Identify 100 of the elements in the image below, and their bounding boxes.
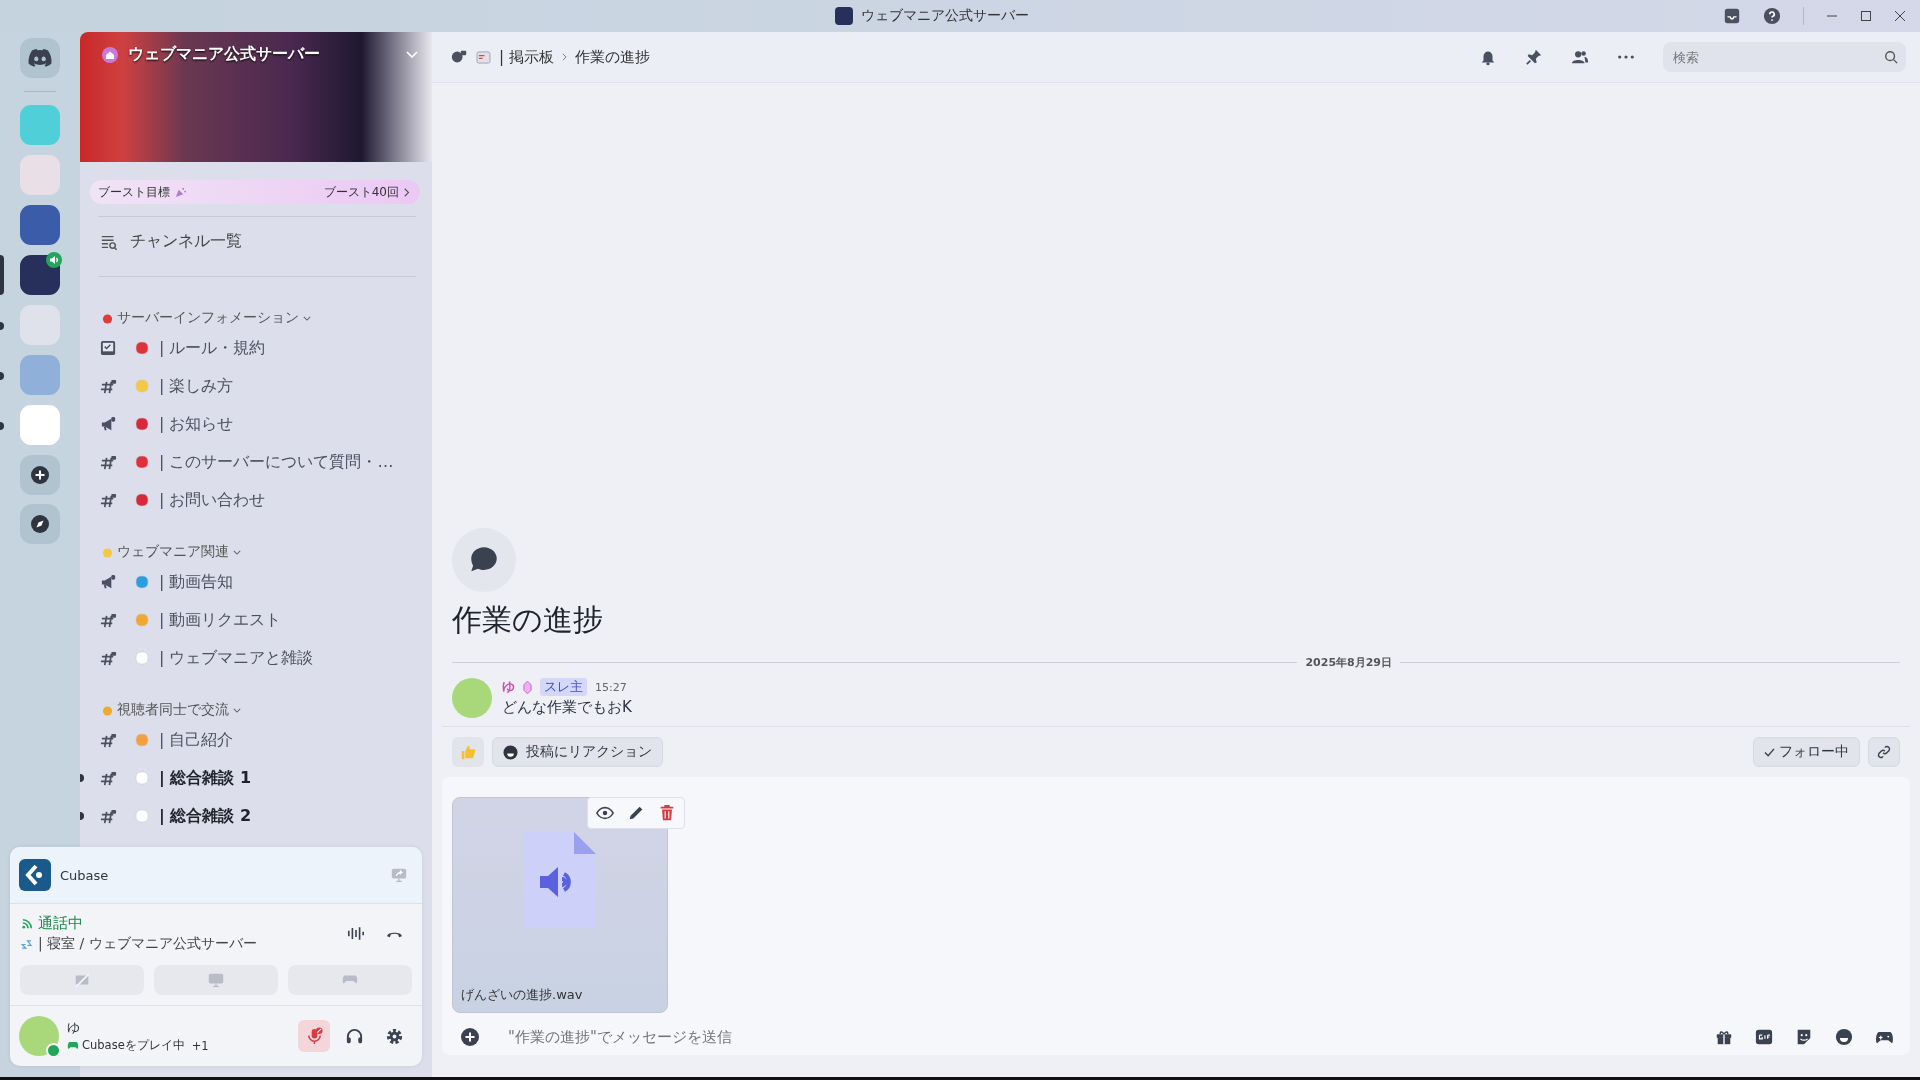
eye-icon[interactable] — [596, 804, 614, 822]
forum-icon — [476, 50, 491, 64]
locked-hash-icon — [100, 453, 117, 471]
channel-item[interactable]: | お問い合わせ — [80, 481, 432, 519]
channel-emoji-icon — [135, 613, 149, 627]
channel-item[interactable]: | ルール・規約 — [80, 329, 432, 367]
op-tag: スレ主 — [540, 678, 587, 696]
server-name[interactable]: ウェブマニア公式サーバー — [128, 44, 320, 65]
activity-name: Cubase — [60, 867, 109, 883]
channel-item[interactable]: | ウェブマニアと雑談 — [80, 639, 432, 677]
channel-item[interactable]: | 自己紹介 — [80, 721, 432, 759]
add-server-button[interactable] — [20, 455, 60, 495]
channel-emoji-icon — [135, 771, 149, 785]
help-icon[interactable] — [1763, 7, 1781, 25]
discord-logo-icon — [28, 49, 52, 67]
gif-icon[interactable] — [1755, 1028, 1773, 1046]
audio-file-icon — [524, 832, 596, 928]
locked-hash-icon — [100, 769, 117, 787]
locked-hash-icon — [100, 611, 117, 629]
gamepad-icon[interactable] — [1875, 1029, 1894, 1045]
category-header[interactable]: 視聴者同士で交流 — [117, 701, 229, 719]
channel-emoji-icon — [135, 341, 149, 355]
close-icon[interactable] — [1894, 10, 1906, 22]
search-field[interactable]: 検索 — [1663, 42, 1906, 72]
channel-item[interactable]: | お知らせ — [80, 405, 432, 443]
maximize-icon[interactable] — [1860, 10, 1872, 22]
more-icon[interactable] — [1617, 54, 1635, 60]
channel-item[interactable]: | 動画告知 — [80, 563, 432, 601]
online-status-dot — [46, 1043, 61, 1058]
locked-hash-icon — [100, 377, 117, 395]
category-emoji-icon — [102, 546, 113, 558]
chevron-icon — [303, 315, 311, 321]
author-name[interactable]: ゆ — [502, 678, 515, 696]
emoji-icon[interactable] — [1835, 1028, 1853, 1046]
boost-goal-bar[interactable]: ブースト目標 ブースト40回 — [90, 180, 420, 204]
chevron-icon — [233, 549, 241, 555]
channel-emoji-icon — [135, 733, 149, 747]
trash-icon[interactable] — [658, 804, 676, 822]
megaphone-icon — [100, 415, 117, 433]
server-icon — [834, 7, 853, 25]
thread-title: 作業の進捗 — [574, 47, 650, 67]
thumbs-up-icon — [459, 743, 477, 761]
locked-hash-icon — [100, 807, 117, 825]
gamepad-icon — [67, 1041, 79, 1050]
attachment-card[interactable]: げんざいの進捗.wav — [452, 797, 668, 1013]
locked-hash-icon — [100, 491, 117, 509]
plus-icon — [30, 465, 50, 485]
attachment-filename: げんざいの進捗.wav — [460, 986, 583, 1004]
activity-status: Cubaseをプレイ中 — [82, 1038, 185, 1053]
channel-item[interactable]: | このサーバーについて質問・… — [80, 443, 432, 481]
boost-label: ブースト目標 — [98, 183, 170, 201]
window-title: ウェブマニア公式サーバー — [860, 7, 1029, 25]
forum-channel-link[interactable]: | 掲示板 — [499, 47, 554, 67]
timestamp: 15:27 — [595, 680, 627, 694]
activity-count: +1 — [191, 1038, 209, 1053]
follow-button[interactable]: フォロー中 — [1753, 737, 1860, 767]
thumbs-up-reaction-button[interactable] — [452, 737, 484, 767]
chevron-icon — [404, 187, 410, 197]
explore-button[interactable] — [20, 504, 60, 544]
headphones-icon — [344, 1026, 364, 1046]
party-popper-icon — [175, 186, 186, 198]
category-header[interactable]: ウェブマニア関連 — [117, 543, 229, 561]
user-avatar[interactable] — [19, 1016, 59, 1056]
members-icon[interactable] — [1571, 48, 1589, 66]
message-text: どんな作業でもおK — [502, 698, 632, 717]
search-input[interactable]: 検索 — [1671, 48, 1884, 66]
channel-item[interactable]: | 総合雑談 2 — [80, 797, 432, 835]
channel-item[interactable]: | 楽しみ方 — [80, 367, 432, 405]
channel-emoji-icon — [135, 455, 149, 469]
channel-browser-item[interactable]: チャンネル一覧 — [80, 217, 432, 264]
crystal-icon — [523, 679, 532, 695]
search-icon — [1884, 50, 1898, 64]
gift-icon[interactable] — [1715, 1028, 1733, 1046]
discord-home-button[interactable] — [20, 38, 60, 78]
speaker-icon — [46, 252, 62, 268]
message-input[interactable]: "作業の進捗"でメッセージを送信 — [490, 1027, 1693, 1047]
channel-item[interactable]: | 総合雑談 1 — [80, 759, 432, 797]
rules-checkbox-icon — [100, 339, 117, 357]
username: ゆ — [67, 1019, 81, 1037]
category-emoji-icon — [102, 704, 113, 716]
channel-emoji-icon — [135, 575, 149, 589]
sticker-icon[interactable] — [1795, 1028, 1813, 1046]
megaphone-icon — [100, 573, 117, 591]
pencil-icon[interactable] — [627, 804, 645, 822]
channel-emoji-icon — [135, 379, 149, 393]
sound-wave-icon[interactable] — [347, 926, 365, 941]
chevron-icon[interactable] — [406, 50, 418, 59]
copy-link-button[interactable] — [1868, 737, 1900, 767]
inbox-icon[interactable] — [1723, 7, 1741, 25]
microphone-button[interactable] — [298, 1020, 330, 1052]
pin-icon[interactable] — [1525, 48, 1543, 66]
voice-status: 通話中 — [38, 914, 83, 933]
channel-item[interactable]: | 動画リクエスト — [80, 601, 432, 639]
category-header[interactable]: サーバーインフォメーション — [117, 309, 299, 327]
signal-icon — [21, 917, 34, 930]
monitor-icon — [207, 971, 225, 989]
add-attachment-icon[interactable] — [460, 1027, 480, 1047]
voice-channel-link[interactable]: | 寝室 / ウェブマニア公式サーバー — [38, 935, 257, 953]
channel-emoji-icon — [135, 809, 149, 823]
add-reaction-button[interactable]: 投稿にリアクション — [492, 737, 663, 767]
